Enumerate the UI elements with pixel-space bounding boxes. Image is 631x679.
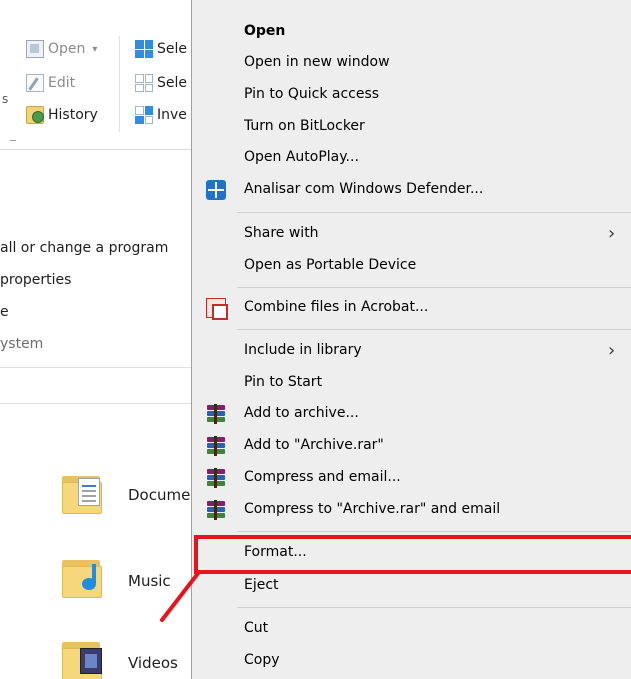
documents-folder-icon[interactable] <box>62 474 106 514</box>
open-label: Open <box>48 41 86 57</box>
menu-item-include-library[interactable]: Include in library › <box>192 337 631 365</box>
divider <box>0 367 200 368</box>
system-properties-link[interactable]: properties <box>0 272 71 296</box>
menu-item-cut[interactable]: Cut <box>192 615 631 643</box>
menu-item-label: Include in library <box>244 342 362 358</box>
history-button[interactable]: History <box>26 102 98 128</box>
acrobat-icon <box>206 298 228 320</box>
menu-item-eject[interactable]: Eject <box>192 572 631 600</box>
edit-icon <box>26 74 44 92</box>
menu-item-label: Combine files in Acrobat... <box>244 299 429 315</box>
menu-item-compress-email[interactable]: Compress and email... <box>192 464 631 492</box>
menu-item-label: Add to archive... <box>244 405 359 421</box>
chevron-down-icon: ▾ <box>92 43 98 55</box>
menu-item-label: Pin to Quick access <box>244 86 380 102</box>
menu-item-pin-quick-access[interactable]: Pin to Quick access <box>192 81 631 109</box>
menu-item-share-with[interactable]: Share with › <box>192 220 631 248</box>
command-item-3[interactable]: e <box>0 304 9 328</box>
menu-item-add-archive[interactable]: Add to archive... <box>192 400 631 428</box>
menu-item-open-new-window[interactable]: Open in new window <box>192 49 631 77</box>
menu-item-label: Open <box>244 23 286 39</box>
winrar-icon <box>206 436 226 456</box>
edit-label: Edit <box>48 75 76 91</box>
menu-item-label: Open in new window <box>244 54 390 70</box>
invert-selection-icon <box>135 106 153 124</box>
winrar-icon <box>206 500 226 520</box>
menu-item-label: Compress and email... <box>244 469 401 485</box>
context-menu: Open Open in new window Pin to Quick acc… <box>191 0 631 679</box>
uninstall-program-link[interactable]: all or change a program <box>0 240 168 264</box>
menu-item-label: Open AutoPlay... <box>244 149 359 165</box>
music-folder-label[interactable]: Music <box>128 572 171 590</box>
menu-separator <box>237 607 631 608</box>
menu-item-autoplay[interactable]: Open AutoPlay... <box>192 144 631 172</box>
history-icon <box>26 106 44 124</box>
menu-item-add-archive-rar[interactable]: Add to "Archive.rar" <box>192 432 631 460</box>
menu-item-label: Analisar com Windows Defender... <box>244 181 484 197</box>
select-none-icon <box>135 74 153 92</box>
menu-item-pin-start[interactable]: Pin to Start <box>192 369 631 397</box>
ribbon-stub <box>10 140 16 141</box>
chevron-right-icon: › <box>608 340 616 361</box>
select-none-label: Sele <box>157 75 188 91</box>
menu-item-open[interactable]: Open <box>192 18 631 46</box>
winrar-icon <box>206 404 226 424</box>
menu-separator <box>237 329 631 330</box>
documents-folder-label[interactable]: Docume <box>128 486 190 504</box>
menu-item-label: Copy <box>244 652 280 668</box>
chevron-right-icon: › <box>608 223 616 244</box>
menu-separator <box>237 212 631 213</box>
menu-item-label: Eject <box>244 577 279 593</box>
menu-item-bitlocker[interactable]: Turn on BitLocker <box>192 113 631 141</box>
menu-item-portable-device[interactable]: Open as Portable Device <box>192 252 631 280</box>
invert-selection-label: Inve <box>157 107 187 123</box>
menu-item-label: Add to "Archive.rar" <box>244 437 384 453</box>
select-all-button[interactable]: Sele <box>135 36 187 62</box>
select-all-label: Sele <box>157 41 188 57</box>
ribbon-divider <box>119 36 120 132</box>
open-button[interactable]: Open ▾ <box>26 36 97 62</box>
menu-item-label: Cut <box>244 620 269 636</box>
history-label: History <box>48 107 98 123</box>
menu-separator <box>237 287 631 288</box>
ribbon-panel: s Open ▾ Edit History Sele Sele Inve <box>0 0 200 150</box>
menu-item-windows-defender[interactable]: Analisar com Windows Defender... <box>192 176 631 204</box>
windows-defender-icon <box>206 180 226 200</box>
videos-folder-icon[interactable] <box>62 640 106 679</box>
menu-item-label: Open as Portable Device <box>244 257 417 273</box>
menu-item-label: Turn on BitLocker <box>244 118 365 134</box>
open-icon <box>26 40 44 58</box>
divider <box>0 403 200 404</box>
menu-item-label: Compress to "Archive.rar" and email <box>244 501 501 517</box>
system-group-label: ystem <box>0 336 44 352</box>
menu-item-combine-acrobat[interactable]: Combine files in Acrobat... <box>192 294 631 322</box>
invert-selection-button[interactable]: Inve <box>135 102 187 128</box>
format-highlight-box <box>194 535 631 574</box>
edit-button[interactable]: Edit <box>26 70 75 96</box>
videos-folder-label[interactable]: Videos <box>128 654 178 672</box>
menu-item-compress-rar-email[interactable]: Compress to "Archive.rar" and email <box>192 496 631 524</box>
menu-item-label: Share with <box>244 225 319 241</box>
menu-separator <box>237 531 631 532</box>
select-none-button[interactable]: Sele <box>135 70 187 96</box>
menu-item-label: Pin to Start <box>244 374 323 390</box>
music-folder-icon[interactable] <box>62 558 106 598</box>
ribbon-left-stub: s <box>2 92 9 106</box>
winrar-icon <box>206 468 226 488</box>
menu-item-copy[interactable]: Copy <box>192 647 631 675</box>
select-all-icon <box>135 40 153 58</box>
